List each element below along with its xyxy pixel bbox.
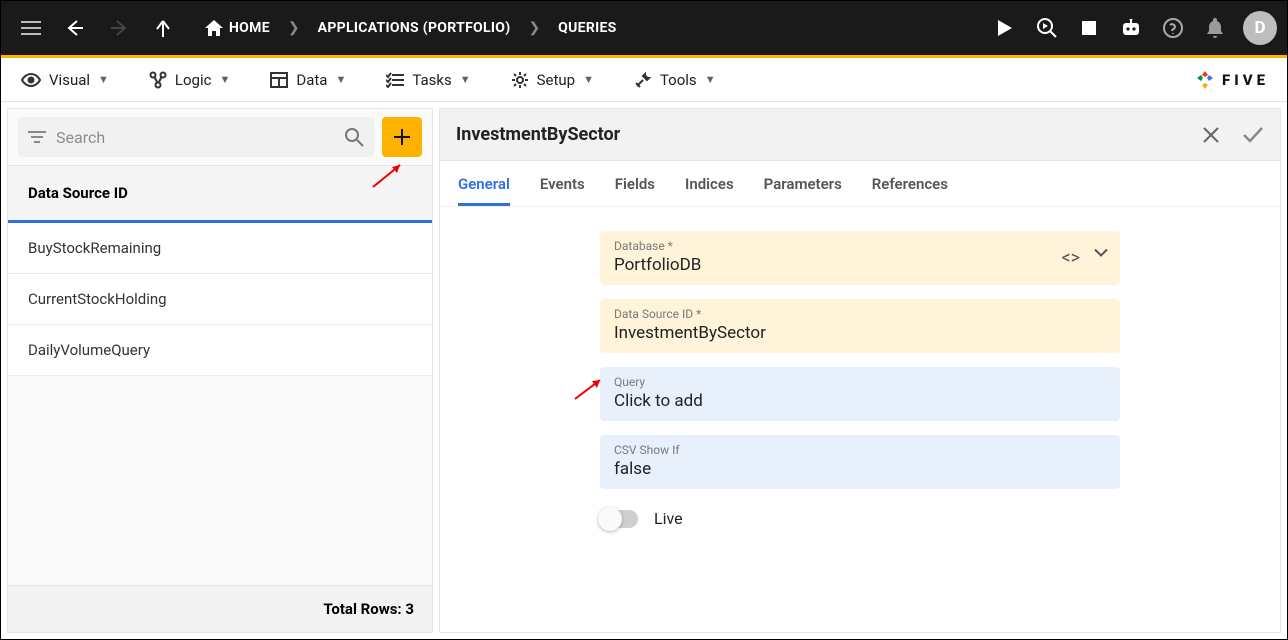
play-icon[interactable] [985,8,1025,48]
topbar: HOME ❯ APPLICATIONS (PORTFOLIO) ❯ QUERIE… [1,1,1287,55]
field-csv-value: false [614,459,1106,479]
back-icon[interactable] [55,8,95,48]
field-database-label: Database * [614,239,1106,253]
field-database[interactable]: Database * PortfolioDB <> [600,231,1120,285]
menu-tools[interactable]: Tools▼ [634,71,716,89]
field-query-label: Query [614,375,1106,389]
search-icon[interactable] [344,127,364,147]
menu-data[interactable]: Data▼ [270,71,346,89]
tab-events[interactable]: Events [540,163,585,205]
detail-panel: InvestmentBySector General Events Fields… [439,108,1281,633]
eye-icon [21,73,41,87]
menu-tasks[interactable]: Tasks▼ [386,71,470,89]
list-item[interactable]: DailyVolumeQuery [8,325,432,376]
home-icon [205,20,223,36]
list-item[interactable]: CurrentStockHolding [8,274,432,325]
field-datasource-id[interactable]: Data Source ID * InvestmentBySector [600,299,1120,353]
menu-visual-label: Visual [49,71,90,89]
tools-icon [634,71,652,89]
toggle-live[interactable] [600,510,638,528]
avatar-initial: D [1254,18,1265,38]
breadcrumb-applications-label: APPLICATIONS (PORTFOLIO) [318,20,511,36]
logic-icon [149,71,167,89]
breadcrumb-applications[interactable]: APPLICATIONS (PORTFOLIO) [304,20,525,36]
avatar[interactable]: D [1243,11,1277,45]
tab-parameters[interactable]: Parameters [764,163,842,205]
field-csv-label: CSV Show If [614,443,1106,457]
chevron-right-icon: ❯ [284,20,304,36]
code-icon[interactable]: <> [1061,248,1080,269]
breadcrumb: HOME ❯ APPLICATIONS (PORTFOLIO) ❯ QUERIE… [191,20,631,36]
menu-visual[interactable]: Visual▼ [21,71,109,89]
tab-indices[interactable]: Indices [685,163,734,205]
help-icon[interactable] [1153,8,1193,48]
left-panel: Search Data Source ID BuyStockRemaining … [7,108,433,633]
menu-setup[interactable]: Setup▼ [511,71,594,89]
hamburger-icon[interactable] [11,8,51,48]
chevron-down-icon[interactable] [1094,248,1108,269]
logo-icon [1194,69,1216,91]
toggle-live-label: Live [654,509,683,528]
gear-icon [511,71,529,89]
tab-references[interactable]: References [872,163,948,205]
brand-logo: FIVE [1194,69,1269,91]
robot-icon[interactable] [1111,8,1151,48]
toggle-live-row: Live [600,509,1120,528]
breadcrumb-queries-label: QUERIES [558,20,616,36]
tabs: General Events Fields Indices Parameters… [440,161,1280,207]
up-icon[interactable] [143,8,183,48]
breadcrumb-home-label: HOME [229,20,270,36]
list-item[interactable]: BuyStockRemaining [8,223,432,274]
forward-icon [99,8,139,48]
plus-icon [393,128,411,146]
filter-icon [28,130,46,144]
confirm-icon[interactable] [1242,126,1264,144]
field-query[interactable]: Query Click to add [600,367,1120,421]
menu-setup-label: Setup [537,71,575,89]
menu-tools-label: Tools [660,71,697,89]
menubar: Visual▼ Logic▼ Data▼ Tasks▼ Setup▼ Tools… [1,58,1287,102]
field-dsid-label: Data Source ID * [614,307,1106,321]
tab-fields[interactable]: Fields [615,163,655,205]
menu-logic-label: Logic [175,71,212,89]
field-dsid-value: InvestmentBySector [614,323,1106,343]
field-query-value: Click to add [614,391,1106,411]
menu-tasks-label: Tasks [412,71,451,89]
close-icon[interactable] [1202,126,1220,144]
search-input[interactable]: Search [18,117,374,157]
detail-title: InvestmentBySector [456,124,620,145]
breadcrumb-queries[interactable]: QUERIES [544,20,630,36]
table-icon [270,72,288,88]
search-placeholder: Search [56,128,334,147]
tasks-icon [386,72,404,88]
breadcrumb-home[interactable]: HOME [191,20,284,36]
add-button[interactable] [382,117,422,157]
menu-logic[interactable]: Logic▼ [149,71,230,89]
stop-icon[interactable] [1069,8,1109,48]
bell-icon[interactable] [1195,8,1235,48]
field-csv-show-if[interactable]: CSV Show If false [600,435,1120,489]
chevron-right-icon: ❯ [524,20,544,36]
list-column-header[interactable]: Data Source ID [8,165,432,223]
field-database-value: PortfolioDB [614,255,1106,275]
search-run-icon[interactable] [1027,8,1067,48]
total-rows-label: Total Rows: 3 [8,585,432,632]
tab-general[interactable]: General [458,163,510,205]
logo-text: FIVE [1222,71,1269,89]
menu-data-label: Data [296,71,327,89]
